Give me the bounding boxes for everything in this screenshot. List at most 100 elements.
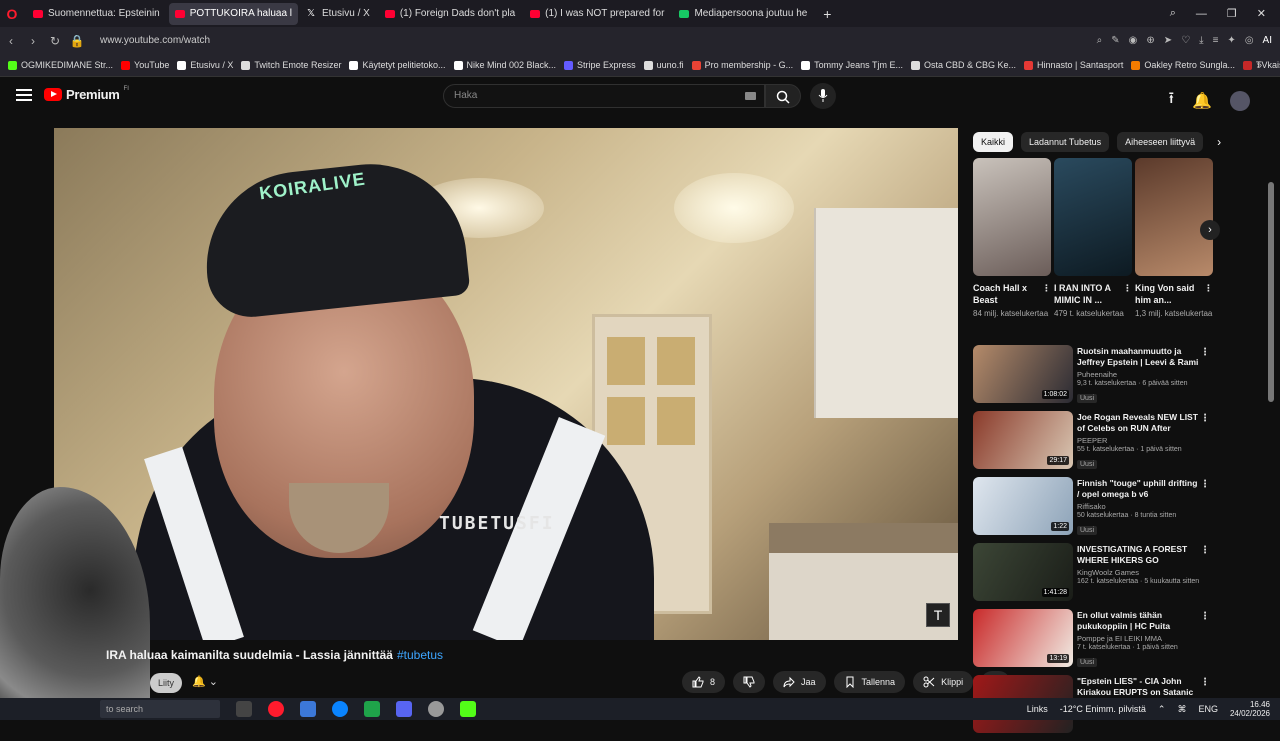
bookmark-item[interactable]: Etusivu / X [177, 60, 233, 70]
short-thumbnail[interactable] [973, 158, 1051, 276]
channel-name[interactable]: PEEPER [1077, 436, 1202, 445]
bookmark-item[interactable]: Käytetyt pelitietoko... [349, 60, 446, 70]
more-options-icon[interactable]: ⋮ [1200, 413, 1210, 424]
bookmarks-more-button[interactable]: » [1256, 60, 1262, 71]
more-options-icon[interactable]: ⋮ [1200, 677, 1210, 688]
browser-tab[interactable]: Mediapersoona joutuu he [673, 3, 813, 25]
weather-widget[interactable]: -12°C Enimm. pilvistä [1060, 704, 1146, 714]
language-indicator[interactable]: ENG [1198, 704, 1218, 714]
profile-icon[interactable]: ◎ [1245, 35, 1254, 46]
opera-logo-icon[interactable]: O [0, 0, 24, 27]
search-button[interactable] [765, 84, 801, 108]
close-button[interactable]: ✕ [1257, 7, 1266, 20]
filter-chip[interactable]: Kaikki [973, 132, 1014, 152]
video-thumbnail[interactable]: 1:08:02 [973, 345, 1073, 403]
download-icon[interactable]: ⤓ [1199, 35, 1203, 46]
recommended-video[interactable]: 1:22 Finnish "touge" uphill drifting / op… [973, 477, 1218, 539]
ai-button[interactable]: AI [1263, 35, 1272, 46]
task-view-icon[interactable] [236, 701, 252, 717]
subscribe-bell-icon[interactable]: 🔔 ⌄ [192, 675, 218, 688]
save-button[interactable]: Tallenna [833, 671, 906, 693]
channel-watermark-icon[interactable]: T [926, 603, 950, 627]
short-title[interactable]: King Von said him an... ⋮ [1135, 282, 1213, 306]
discord-taskbar-icon[interactable] [396, 701, 412, 717]
kick-taskbar-icon[interactable] [460, 701, 476, 717]
bookmark-item[interactable]: Twitch Emote Resizer [241, 60, 341, 70]
browser-tab[interactable]: (1) I was NOT prepared for [524, 3, 670, 25]
filter-chip[interactable]: Ladannut Tubetus [1021, 132, 1110, 152]
search-icon[interactable]: ⌕ [1170, 7, 1176, 20]
app-taskbar-icon[interactable] [364, 701, 380, 717]
bookmark-item[interactable]: Tommy Jeans Tjm E... [801, 60, 903, 70]
hashtag-link[interactable]: #tubetus [397, 648, 443, 662]
video-title[interactable]: INVESTIGATING A FOREST WHERE HIKERS GO M… [1077, 544, 1202, 566]
browser-tab[interactable]: POTTUKOIRA haluaa l [168, 2, 299, 25]
bookmark-item[interactable]: Pro membership - G... [691, 60, 793, 70]
app-taskbar-icon[interactable] [428, 701, 444, 717]
share-button[interactable]: Jaa [773, 671, 826, 693]
short-title[interactable]: Coach Hall x Beast ⋮ [973, 282, 1051, 306]
more-options-icon[interactable]: ⋮ [1042, 282, 1051, 294]
more-options-icon[interactable]: ⋮ [1200, 545, 1210, 556]
browser-tab[interactable]: Suomennettua: Epsteinin [27, 3, 166, 25]
video-title[interactable]: En ollut valmis tähän pukukoppiin | HC P… [1077, 610, 1202, 632]
page-scrollbar[interactable] [1268, 182, 1274, 402]
recommended-video[interactable]: 29:17 Joe Rogan Reveals NEW LIST of Celeb… [973, 411, 1218, 473]
video-title[interactable]: "Epstein LIES" - CIA John Kiriakou ERUPT… [1077, 676, 1202, 698]
search-input[interactable]: Haka [443, 84, 765, 108]
avatar[interactable] [1230, 90, 1250, 111]
heart-icon[interactable]: ♡ [1181, 35, 1190, 46]
dislike-button[interactable] [733, 671, 766, 693]
chevron-right-icon[interactable]: › [1217, 135, 1221, 149]
back-button[interactable]: ‹ [0, 34, 22, 48]
short-thumbnail[interactable] [1054, 158, 1132, 276]
more-options-icon[interactable]: ⋮ [1200, 347, 1210, 358]
search-icon[interactable]: ⌕ [1097, 35, 1103, 46]
channel-name[interactable]: Pomppe ja EI LEIKI MMA [1077, 634, 1202, 643]
bookmark-item[interactable]: YouTube [121, 60, 169, 70]
clip-button[interactable]: Klippi [913, 671, 974, 693]
upload-icon[interactable]: ⭱ [1168, 87, 1174, 114]
video-title[interactable]: Finnish "touge" uphill drifting / opel o… [1077, 478, 1202, 500]
more-options-icon[interactable]: ⋮ [1123, 282, 1132, 294]
video-title[interactable]: Joe Rogan Reveals NEW LIST of Celebs on … [1077, 412, 1202, 434]
channel-name[interactable]: KingWoolz Games [1077, 568, 1202, 577]
reload-button[interactable]: ↻ [44, 34, 66, 48]
network-icon[interactable]: ⌘ [1177, 704, 1186, 715]
new-tab-button[interactable]: + [817, 6, 837, 22]
recommended-video[interactable]: 1:41:28 INVESTIGATING A FOREST WHERE HIKE… [973, 543, 1218, 605]
youtube-premium-logo[interactable]: Premium FI [44, 86, 129, 102]
video-title[interactable]: Ruotsin maahanmuutto ja Jeffrey Epstein … [1077, 346, 1202, 368]
shorts-next-button[interactable]: › [1200, 220, 1220, 240]
camera-icon[interactable]: ◉ [1129, 35, 1138, 46]
forward-button[interactable]: › [22, 34, 44, 48]
notifications-bell-icon[interactable]: 🔔 [1192, 91, 1212, 111]
recommended-video[interactable]: 13:19 En ollut valmis tähän pukukoppiin |… [973, 609, 1218, 671]
bookmark-item[interactable]: OGMIKEDIMANE Str... [8, 60, 113, 70]
keyboard-icon[interactable] [745, 92, 756, 100]
more-options-icon[interactable]: ⋮ [1200, 479, 1210, 490]
bookmark-item[interactable]: Hinnasto | Santasport [1024, 60, 1123, 70]
bookmark-item[interactable]: Osta CBD & CBG Ke... [911, 60, 1016, 70]
video-thumbnail[interactable]: 1:22 [973, 477, 1073, 535]
bookmark-item[interactable]: uuno.fi [643, 60, 684, 70]
channel-name[interactable]: Puheenaihe [1077, 370, 1202, 379]
more-options-icon[interactable]: ⋮ [1200, 611, 1210, 622]
edit-icon[interactable]: ✎ [1111, 35, 1119, 46]
hamburger-menu-icon[interactable] [16, 89, 32, 101]
browser-tab[interactable]: 𝕏 Etusivu / X [301, 3, 376, 25]
send-icon[interactable]: ➤ [1164, 35, 1172, 46]
voice-search-button[interactable] [810, 83, 836, 109]
minimize-button[interactable]: — [1196, 8, 1207, 20]
video-thumbnail[interactable]: 1:41:28 [973, 543, 1073, 601]
taskbar-search[interactable]: to search [100, 700, 220, 718]
menu-icon[interactable]: ≡ [1213, 35, 1219, 46]
short-card[interactable]: Coach Hall x Beast ⋮ 84 milj. katselukerta… [973, 158, 1051, 319]
like-button[interactable]: 8 [682, 671, 726, 693]
short-thumbnail[interactable] [1135, 158, 1213, 276]
video-thumbnail[interactable]: 29:17 [973, 411, 1073, 469]
opera-taskbar-icon[interactable] [268, 701, 284, 717]
short-card[interactable]: King Von said him an... ⋮ 1,3 milj. katsel… [1135, 158, 1213, 319]
join-button[interactable]: Liity [150, 673, 182, 693]
bookmark-item[interactable]: Stripe Express [564, 60, 636, 70]
